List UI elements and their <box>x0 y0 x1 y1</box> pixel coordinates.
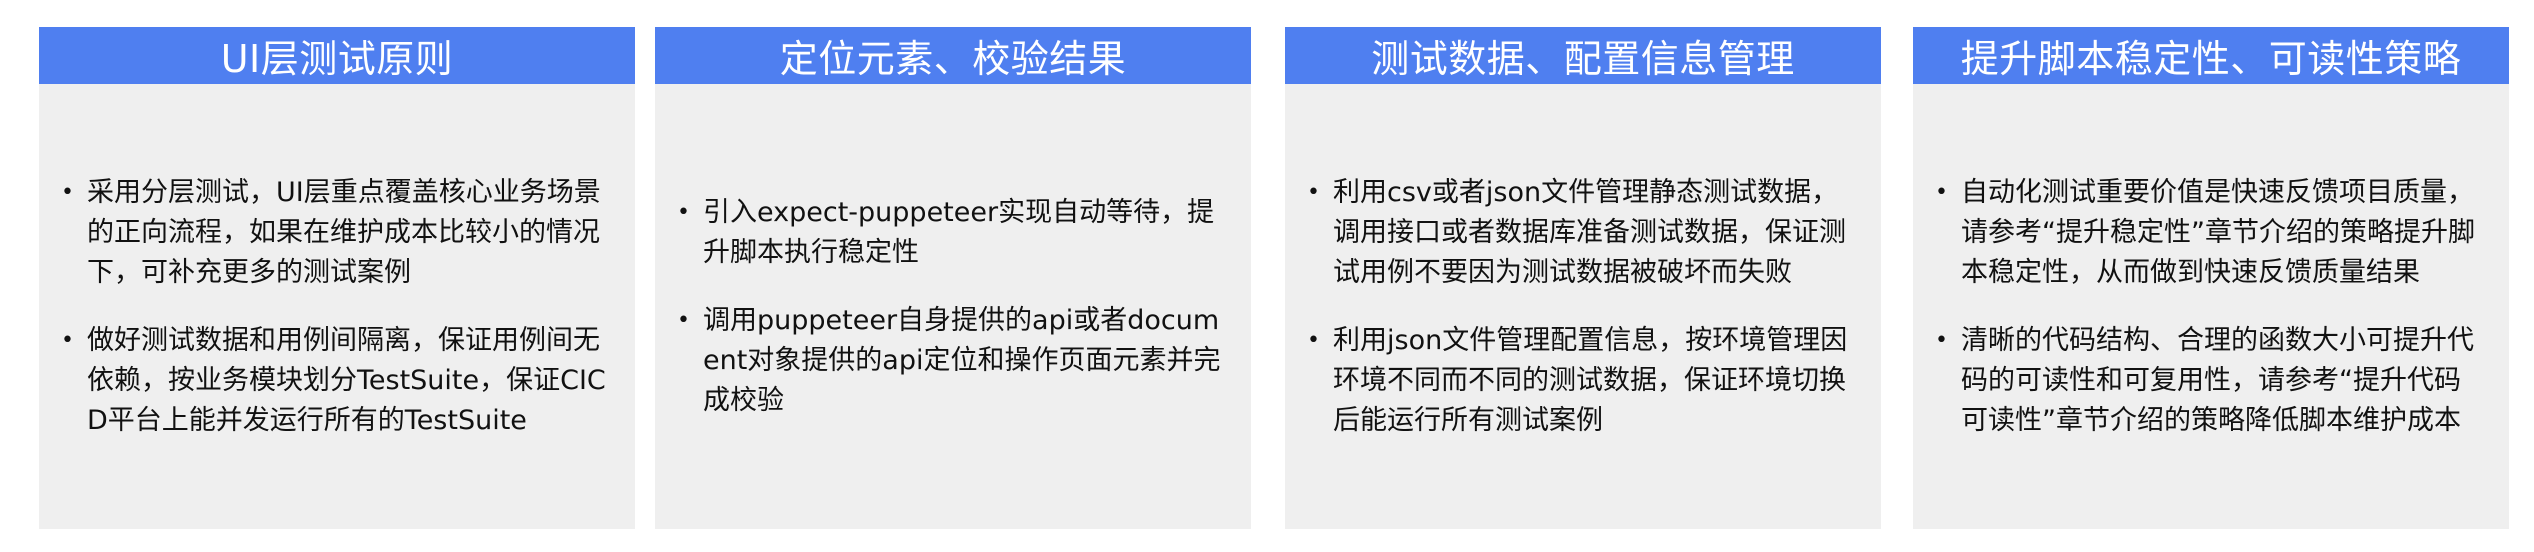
bullet-text: 自动化测试重要价值是快速反馈项目质量，请参考“提升稳定性”章节介绍的策略提升脚本… <box>1961 176 2475 288</box>
bullet-item: • 清晰的代码结构、合理的函数大小可提升代码的可读性和可复用性，请参考“提升代码… <box>1933 321 2487 441</box>
bullet-dot-icon: • <box>677 199 690 225</box>
panel-body: • 自动化测试重要价值是快速反馈项目质量，请参考“提升稳定性”章节介绍的策略提升… <box>1913 84 2509 529</box>
bullet-dot-icon: • <box>1935 179 1948 205</box>
bullet-text: 利用csv或者json文件管理静态测试数据，调用接口或者数据库准备测试数据，保证… <box>1333 176 1846 288</box>
bullet-dot-icon: • <box>61 179 74 205</box>
bullet-text: 做好测试数据和用例间隔离，保证用例间无依赖，按业务模块划分TestSuite，保… <box>87 324 606 436</box>
bullet-text: 利用json文件管理配置信息，按环境管理因环境不同而不同的测试数据，保证环境切换… <box>1333 324 1848 436</box>
bullet-text: 调用puppeteer自身提供的api或者document对象提供的api定位和… <box>703 304 1221 416</box>
panel-stability-readability: 提升脚本稳定性、可读性策略 • 自动化测试重要价值是快速反馈项目质量，请参考“提… <box>1913 27 2509 529</box>
panel-locate-verify: 定位元素、校验结果 • 引入expect-puppeteer实现自动等待，提升脚… <box>655 27 1251 529</box>
panel-ui-test-principles: UI层测试原则 • 采用分层测试，UI层重点覆盖核心业务场景的正向流程，如果在维… <box>39 27 635 529</box>
bullet-item: • 引入expect-puppeteer实现自动等待，提升脚本执行稳定性 <box>675 193 1229 273</box>
bullet-dot-icon: • <box>1307 179 1320 205</box>
bullet-dot-icon: • <box>677 307 690 333</box>
panel-title: 定位元素、校验结果 <box>655 27 1251 84</box>
panel-title: 提升脚本稳定性、可读性策略 <box>1913 27 2509 84</box>
bullet-list: • 引入expect-puppeteer实现自动等待，提升脚本执行稳定性 • 调… <box>675 193 1229 421</box>
bullet-item: • 利用json文件管理配置信息，按环境管理因环境不同而不同的测试数据，保证环境… <box>1305 321 1859 441</box>
bullet-list: • 采用分层测试，UI层重点覆盖核心业务场景的正向流程，如果在维护成本比较小的情… <box>59 173 613 441</box>
bullet-text: 采用分层测试，UI层重点覆盖核心业务场景的正向流程，如果在维护成本比较小的情况下… <box>87 176 601 288</box>
panel-body: • 利用csv或者json文件管理静态测试数据，调用接口或者数据库准备测试数据，… <box>1285 84 1881 529</box>
bullet-item: • 调用puppeteer自身提供的api或者document对象提供的api定… <box>675 301 1229 421</box>
bullet-dot-icon: • <box>1935 327 1948 353</box>
bullet-list: • 自动化测试重要价值是快速反馈项目质量，请参考“提升稳定性”章节介绍的策略提升… <box>1933 173 2487 441</box>
principles-board: UI层测试原则 • 采用分层测试，UI层重点覆盖核心业务场景的正向流程，如果在维… <box>0 0 2534 552</box>
bullet-item: • 采用分层测试，UI层重点覆盖核心业务场景的正向流程，如果在维护成本比较小的情… <box>59 173 613 293</box>
bullet-text: 引入expect-puppeteer实现自动等待，提升脚本执行稳定性 <box>703 196 1215 268</box>
panel-body: • 采用分层测试，UI层重点覆盖核心业务场景的正向流程，如果在维护成本比较小的情… <box>39 84 635 529</box>
bullet-item: • 自动化测试重要价值是快速反馈项目质量，请参考“提升稳定性”章节介绍的策略提升… <box>1933 173 2487 293</box>
panel-test-data-config: 测试数据、配置信息管理 • 利用csv或者json文件管理静态测试数据，调用接口… <box>1285 27 1881 529</box>
panel-body: • 引入expect-puppeteer实现自动等待，提升脚本执行稳定性 • 调… <box>655 84 1251 529</box>
bullet-item: • 利用csv或者json文件管理静态测试数据，调用接口或者数据库准备测试数据，… <box>1305 173 1859 293</box>
bullet-dot-icon: • <box>61 327 74 353</box>
bullet-text: 清晰的代码结构、合理的函数大小可提升代码的可读性和可复用性，请参考“提升代码可读… <box>1961 324 2474 436</box>
panel-title: UI层测试原则 <box>39 27 635 84</box>
panel-title: 测试数据、配置信息管理 <box>1285 27 1881 84</box>
bullet-list: • 利用csv或者json文件管理静态测试数据，调用接口或者数据库准备测试数据，… <box>1305 173 1859 441</box>
bullet-item: • 做好测试数据和用例间隔离，保证用例间无依赖，按业务模块划分TestSuite… <box>59 321 613 441</box>
bullet-dot-icon: • <box>1307 327 1320 353</box>
